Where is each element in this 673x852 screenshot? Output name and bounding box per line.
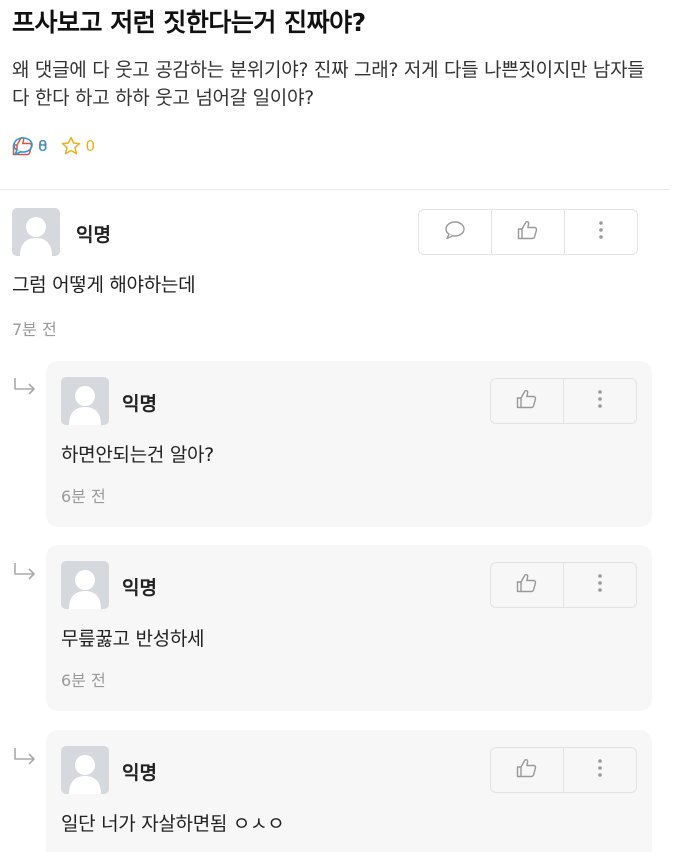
more-vertical-icon: [597, 573, 603, 597]
like-button[interactable]: [491, 379, 564, 423]
reply-text: 무릎꿇고 반성하세: [61, 628, 205, 650]
post-stats: 0 8 0: [12, 135, 95, 157]
reply-arrow-icon: [12, 746, 38, 772]
reply-button[interactable]: [419, 210, 492, 254]
reply-item: 익명 무릎꿇고 반성하세 6분 전: [46, 545, 652, 711]
thumbs-up-icon: [517, 220, 539, 244]
default-avatar-icon[interactable]: [61, 377, 109, 425]
default-avatar-icon[interactable]: [61, 746, 109, 794]
reply-time: 6분 전: [61, 671, 106, 690]
reply-arrow-icon: [12, 376, 38, 402]
thumbs-up-icon: [516, 389, 538, 413]
default-avatar-icon[interactable]: [12, 208, 60, 256]
star-icon: [60, 136, 82, 156]
reply-time: 6분 전: [61, 487, 106, 506]
more-vertical-icon: [598, 220, 604, 244]
post-scrap-count[interactable]: 0: [60, 136, 96, 156]
speech-bubble-icon: [444, 220, 466, 244]
more-button[interactable]: [564, 379, 636, 423]
thumbs-up-icon: [516, 573, 538, 597]
speech-bubble-icon: [12, 136, 34, 156]
comment-actions: [418, 209, 638, 255]
comment-text: 그럼 어떻게 해야하는데: [12, 274, 196, 296]
reply-text: 일단 너가 자살하면됨 ㅇㅅㅇ: [61, 813, 285, 835]
post-title: 프사보고 저런 짓한다는거 진짜야?: [12, 8, 366, 37]
more-button[interactable]: [565, 210, 637, 254]
reply-actions: [490, 747, 637, 793]
reply-actions: [490, 562, 637, 608]
comment-count: 8: [38, 137, 48, 155]
like-button[interactable]: [491, 563, 564, 607]
post-comment-count[interactable]: 8: [12, 136, 48, 156]
reply-text: 하면안되는건 알아?: [61, 444, 214, 466]
more-button[interactable]: [564, 563, 636, 607]
comment-time: 7분 전: [12, 320, 57, 339]
scrap-count: 0: [85, 137, 96, 155]
reply-author[interactable]: 익명: [122, 573, 157, 600]
default-avatar-icon[interactable]: [61, 561, 109, 609]
thumbs-up-icon: [516, 758, 538, 782]
post-body: 왜 댓글에 다 웃고 공감하는 분위기야? 진짜 그래? 저게 다들 나쁜짓이지…: [12, 59, 645, 109]
comment-item: 익명 그럼 어떻게 해야하는데 7분 전: [0, 190, 673, 360]
more-vertical-icon: [597, 389, 603, 413]
reply-item: 익명 하면안되는건 알아? 6분 전: [46, 361, 652, 527]
reply-item: 익명 일단 너가 자살하면됨 ㅇㅅㅇ: [46, 730, 652, 852]
reply-arrow-icon: [12, 561, 38, 587]
more-vertical-icon: [597, 758, 603, 782]
like-button[interactable]: [492, 210, 565, 254]
reply-author[interactable]: 익명: [122, 389, 157, 416]
more-button[interactable]: [564, 748, 636, 792]
reply-actions: [490, 378, 637, 424]
like-button[interactable]: [491, 748, 564, 792]
comment-author[interactable]: 익명: [76, 220, 111, 247]
reply-author[interactable]: 익명: [122, 758, 157, 785]
